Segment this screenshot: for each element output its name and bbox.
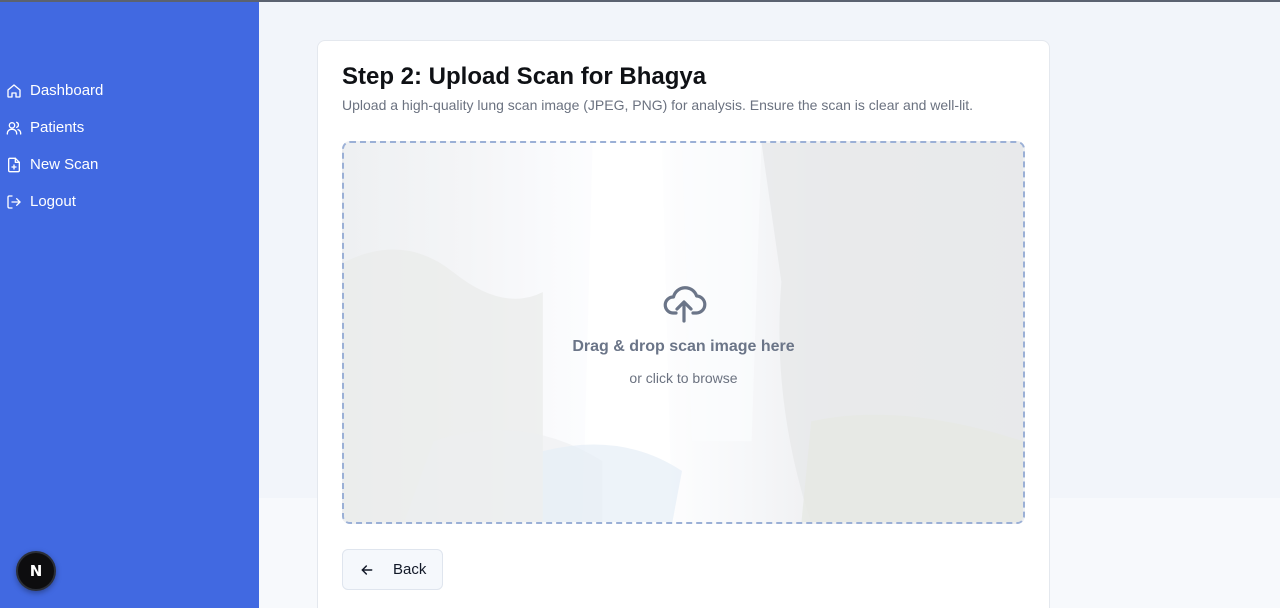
dropzone-title: Drag & drop scan image here — [572, 338, 795, 355]
back-button-label: Back — [393, 561, 427, 578]
sidebar-item-patients[interactable]: Patients — [0, 109, 259, 146]
upload-cloud-icon — [660, 281, 708, 325]
sidebar-item-label: Dashboard — [30, 82, 104, 99]
scan-dropzone[interactable]: Drag & drop scan image here or click to … — [342, 141, 1025, 524]
sidebar: Dashboard Patients New Scan Logout N — [0, 0, 259, 608]
page-subtitle: Upload a high-quality lung scan image (J… — [342, 97, 974, 113]
logout-icon — [6, 194, 22, 210]
sidebar-item-dashboard[interactable]: Dashboard — [0, 72, 259, 109]
main-content: Step 2: Upload Scan for Bhagya Upload a … — [259, 0, 1280, 608]
dropzone-subtitle: or click to browse — [629, 370, 738, 386]
sidebar-item-label: New Scan — [30, 156, 99, 173]
back-button[interactable]: Back — [342, 549, 443, 590]
file-plus-icon — [6, 157, 22, 173]
arrow-left-icon — [359, 562, 375, 578]
home-icon — [6, 83, 22, 99]
window-top-border — [0, 0, 1280, 2]
sidebar-item-label: Logout — [30, 193, 76, 210]
devtools-badge[interactable]: N — [16, 551, 56, 591]
sidebar-nav: Dashboard Patients New Scan Logout — [0, 72, 259, 220]
sidebar-item-logout[interactable]: Logout — [0, 183, 259, 220]
upload-card: Step 2: Upload Scan for Bhagya Upload a … — [317, 40, 1050, 608]
dropzone-content: Drag & drop scan image here or click to … — [344, 143, 1023, 522]
badge-letter: N — [29, 562, 43, 580]
sidebar-item-new-scan[interactable]: New Scan — [0, 146, 259, 183]
sidebar-item-label: Patients — [30, 119, 85, 136]
users-icon — [6, 120, 22, 136]
page-title: Step 2: Upload Scan for Bhagya — [342, 63, 707, 90]
